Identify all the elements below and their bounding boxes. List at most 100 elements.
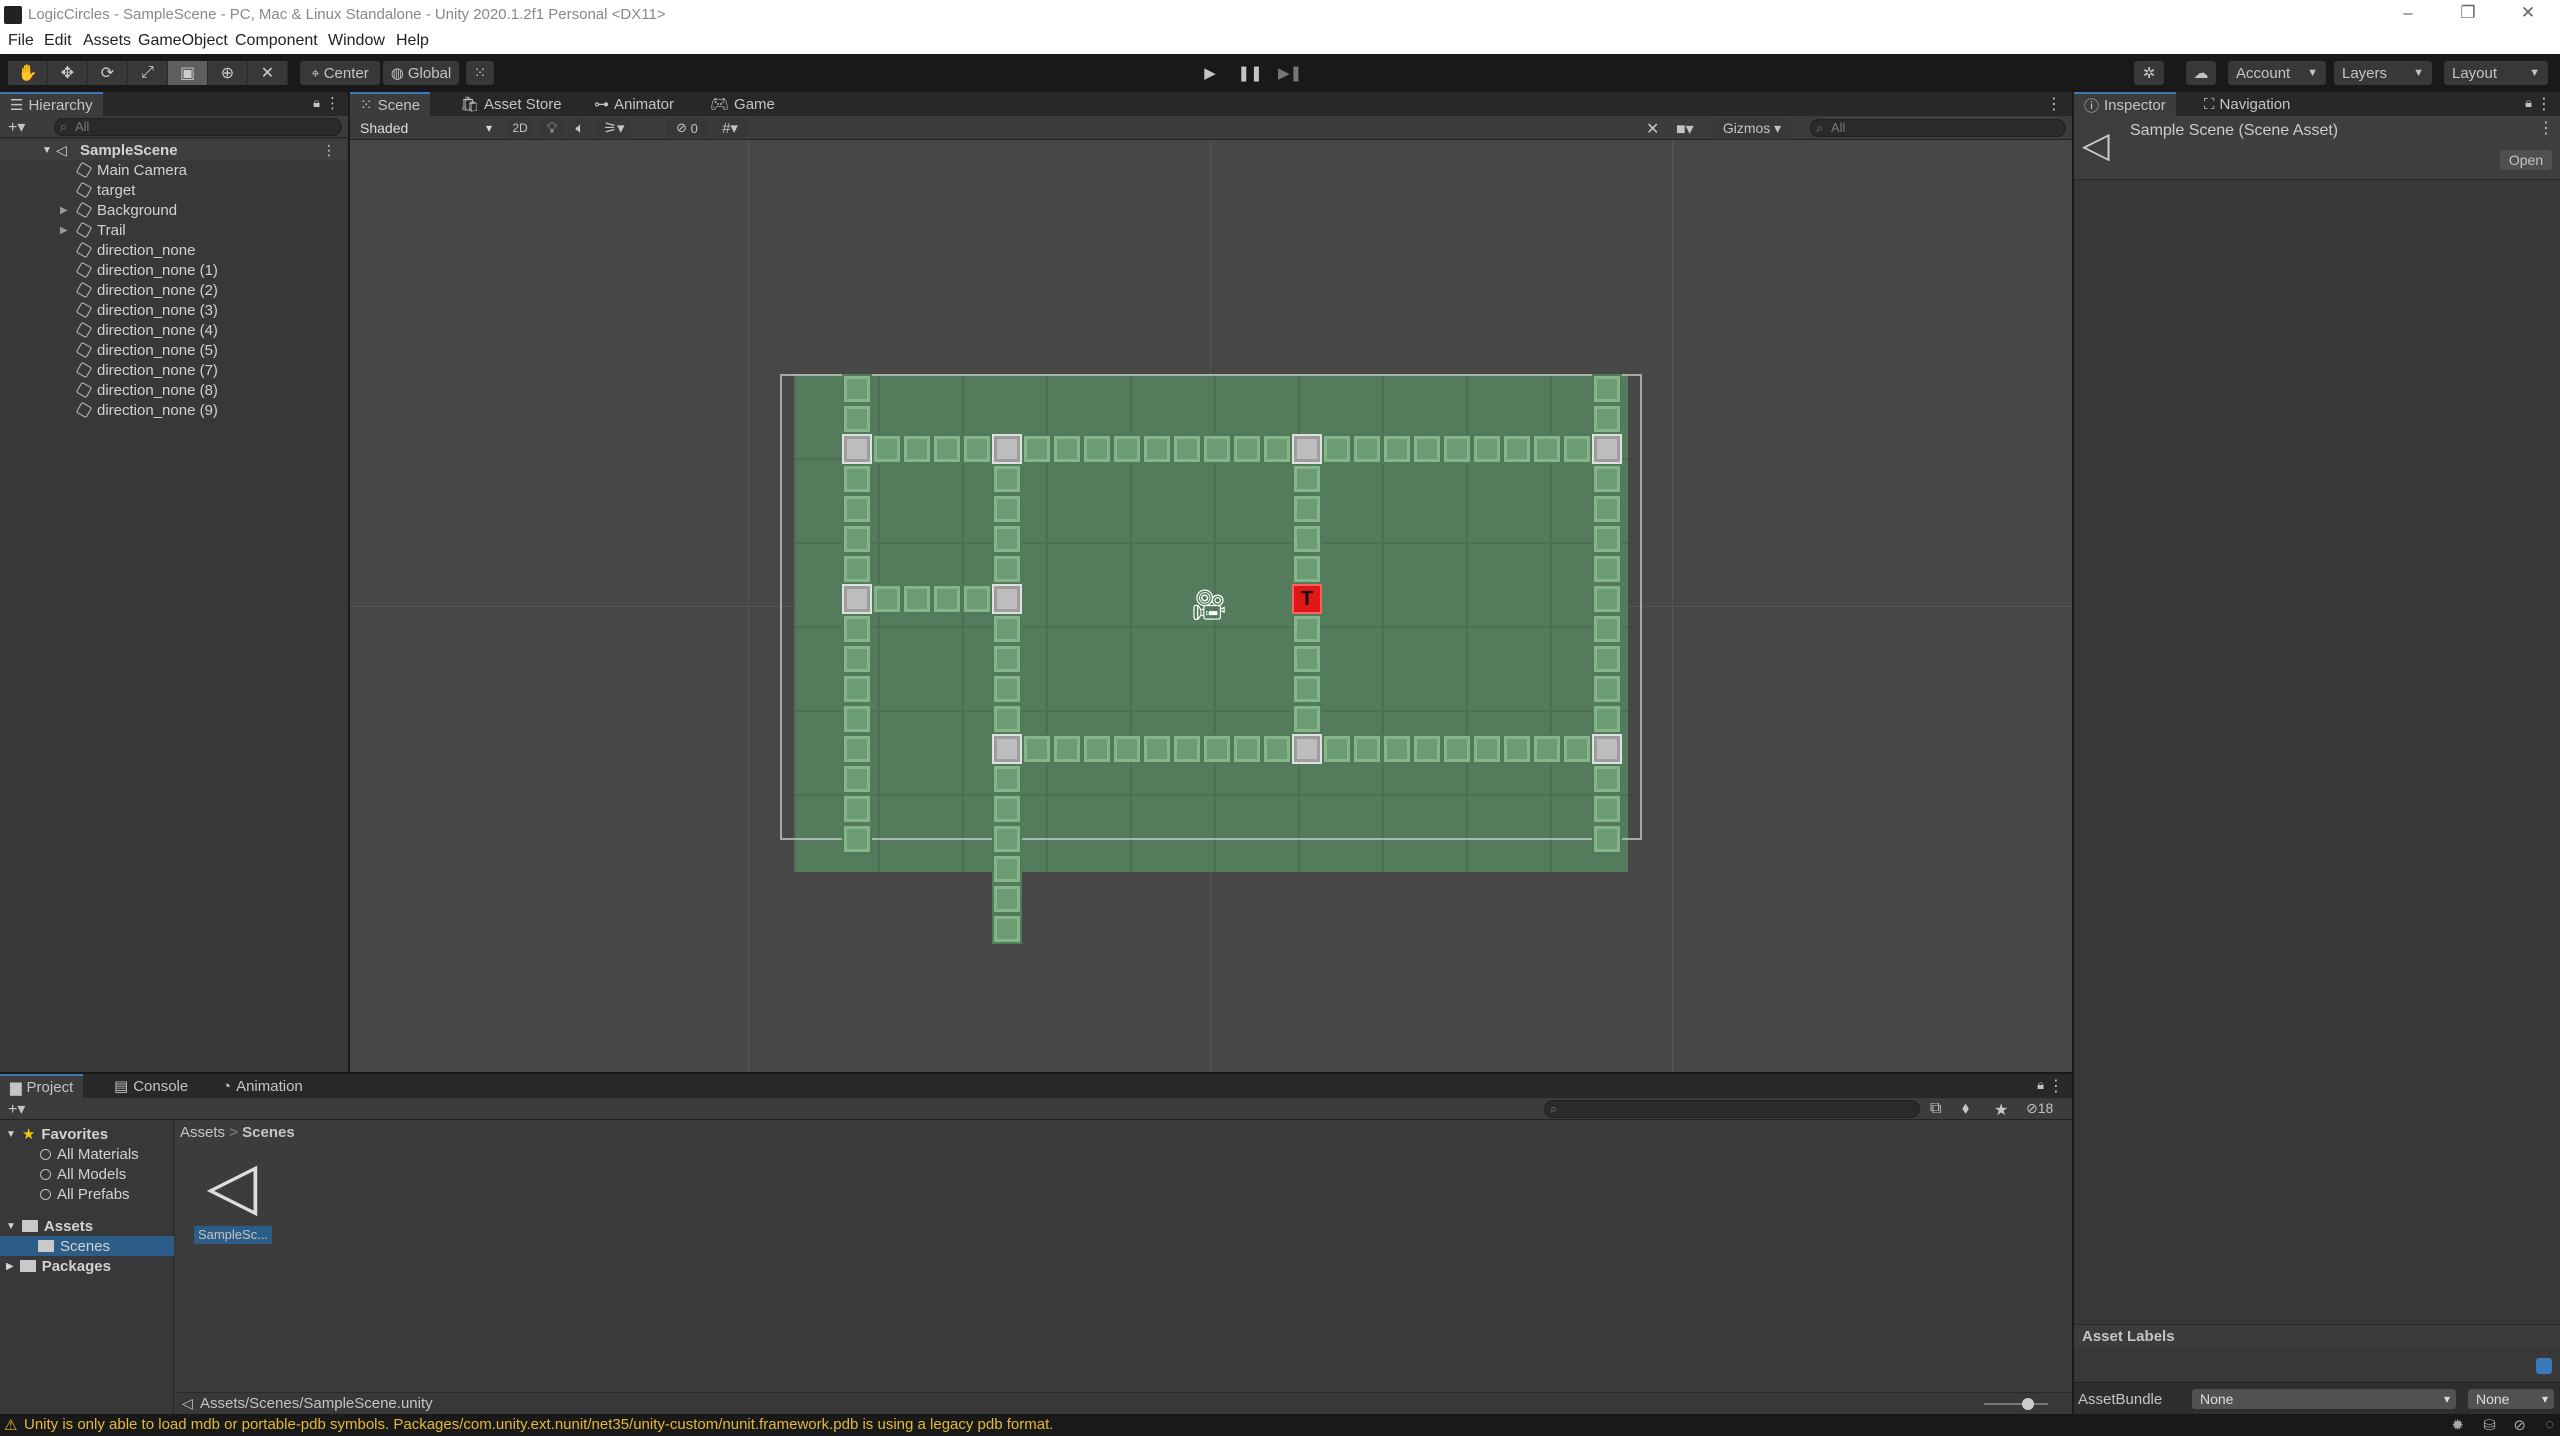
trail-tile[interactable] xyxy=(1592,614,1622,644)
trail-tile[interactable] xyxy=(842,494,872,524)
trail-tile[interactable] xyxy=(842,704,872,734)
close-button[interactable]: ✕ xyxy=(2508,3,2548,23)
trail-tile[interactable] xyxy=(1142,734,1172,764)
trail-tile[interactable] xyxy=(1142,434,1172,464)
trail-tile[interactable] xyxy=(1292,704,1322,734)
icon-size-slider[interactable] xyxy=(1984,1403,2048,1405)
breadcrumb-assets[interactable]: Assets xyxy=(180,1124,225,1141)
debug-icon[interactable]: ✹ xyxy=(2451,1416,2464,1434)
tab-inspector[interactable]: ⓘ Inspector xyxy=(2074,92,2176,116)
filter-type-icon[interactable]: ⧉ xyxy=(1930,1100,1941,1118)
trail-tile[interactable] xyxy=(1322,434,1352,464)
tab-console[interactable]: ▤ Console xyxy=(104,1074,198,1098)
hierarchy-item[interactable]: direction_none (2) xyxy=(0,280,346,300)
favorite-star-icon[interactable]: ★ xyxy=(1994,1100,2008,1120)
tab-scene[interactable]: ⁙ Scene xyxy=(350,92,431,116)
trail-tile[interactable] xyxy=(1292,464,1322,494)
auto-generate-lighting-icon[interactable]: ⊘ xyxy=(2513,1416,2526,1434)
rotate-tool-icon[interactable]: ⟳ xyxy=(88,61,128,85)
grid-dropdown[interactable]: #▾ xyxy=(712,118,748,138)
trail-tile[interactable] xyxy=(1292,614,1322,644)
tab-project[interactable]: ▆ Project xyxy=(0,1074,84,1098)
trail-tile[interactable] xyxy=(932,584,962,614)
scenes-folder-row[interactable]: Scenes xyxy=(0,1236,174,1256)
status-bar[interactable]: ⚠ Unity is only able to load mdb or port… xyxy=(0,1414,2560,1436)
favorite-all-models[interactable]: All Models xyxy=(40,1164,126,1184)
trail-tile[interactable] xyxy=(842,674,872,704)
menu-file[interactable]: File xyxy=(8,32,34,50)
camera-gizmo-icon[interactable]: 🎥︎ xyxy=(1190,588,1228,623)
menu-edit[interactable]: Edit xyxy=(44,32,72,50)
hand-tool-icon[interactable]: ✋ xyxy=(8,61,48,85)
lock-icon[interactable]: 🔒︎ xyxy=(2037,1077,2044,1093)
scene-menu-icon[interactable]: ⋮ xyxy=(322,142,336,159)
trail-tile[interactable] xyxy=(1472,734,1502,764)
kebab-menu-icon[interactable]: ⋮ xyxy=(2046,94,2062,114)
trail-tile[interactable] xyxy=(1052,434,1082,464)
direction-node[interactable] xyxy=(992,584,1022,614)
scale-tool-icon[interactable]: ⤢ xyxy=(128,61,168,85)
trail-tile[interactable] xyxy=(1532,434,1562,464)
trail-tile[interactable] xyxy=(1532,734,1562,764)
trail-tile[interactable] xyxy=(1592,824,1622,854)
trail-tile[interactable] xyxy=(992,524,1022,554)
assetbundle-variant-dropdown[interactable]: None xyxy=(2468,1389,2554,1409)
expand-arrow-icon[interactable]: ▶ xyxy=(60,205,68,216)
trail-tile[interactable] xyxy=(992,614,1022,644)
trail-tile[interactable] xyxy=(842,374,872,404)
trail-tile[interactable] xyxy=(1592,374,1622,404)
trail-tile[interactable] xyxy=(1562,434,1592,464)
direction-node[interactable] xyxy=(1592,434,1622,464)
direction-node[interactable] xyxy=(842,434,872,464)
trail-tile[interactable] xyxy=(1592,794,1622,824)
trail-tile[interactable] xyxy=(1352,734,1382,764)
trail-tile[interactable] xyxy=(992,824,1022,854)
tab-hierarchy[interactable]: ☰ Hierarchy xyxy=(0,92,103,116)
trail-tile[interactable] xyxy=(842,644,872,674)
trail-tile[interactable] xyxy=(1232,734,1262,764)
trail-tile[interactable] xyxy=(1592,584,1622,614)
gizmos-dropdown[interactable]: Gizmos ▾ xyxy=(1712,118,1792,138)
trail-tile[interactable] xyxy=(1592,764,1622,794)
breadcrumb-scenes[interactable]: Scenes xyxy=(242,1124,295,1141)
trail-tile[interactable] xyxy=(1292,674,1322,704)
trail-tile[interactable] xyxy=(992,854,1022,884)
trail-tile[interactable] xyxy=(902,434,932,464)
trail-tile[interactable] xyxy=(962,584,992,614)
hierarchy-item[interactable]: direction_none (3) xyxy=(0,300,346,320)
shading-mode-dropdown[interactable]: Shaded xyxy=(352,118,498,138)
trail-tile[interactable] xyxy=(842,734,872,764)
menu-help[interactable]: Help xyxy=(396,32,429,50)
grid-snap-button[interactable]: ⁙ xyxy=(466,61,494,85)
2d-toggle[interactable]: 2D xyxy=(508,118,532,138)
trail-tile[interactable] xyxy=(1592,404,1622,434)
collab-button[interactable]: ✲ xyxy=(2134,61,2164,85)
hierarchy-item[interactable]: direction_none (4) xyxy=(0,320,346,340)
assetbundle-dropdown[interactable]: None xyxy=(2192,1389,2456,1409)
kebab-menu-icon[interactable]: ⋮ xyxy=(2538,118,2554,138)
kebab-menu-icon[interactable]: ⋮ xyxy=(2048,1076,2064,1096)
hierarchy-item[interactable]: Main Camera xyxy=(0,160,346,180)
trail-tile[interactable] xyxy=(1412,434,1442,464)
direction-node[interactable] xyxy=(1592,734,1622,764)
trail-tile[interactable] xyxy=(842,524,872,554)
trail-tile[interactable] xyxy=(992,704,1022,734)
hidden-packages-toggle[interactable]: ⊘18 xyxy=(2026,1100,2053,1117)
direction-node[interactable] xyxy=(1292,734,1322,764)
trail-tile[interactable] xyxy=(1472,434,1502,464)
menu-window[interactable]: Window xyxy=(328,32,385,50)
move-tool-icon[interactable]: ✥ xyxy=(48,61,88,85)
trail-tile[interactable] xyxy=(842,824,872,854)
step-button[interactable]: ▶❚ xyxy=(1276,61,1304,85)
lighting-toggle[interactable]: 💡︎ xyxy=(540,118,564,138)
trail-tile[interactable] xyxy=(1082,734,1112,764)
lock-icon[interactable]: 🔒︎ xyxy=(2525,95,2532,111)
favorite-all-prefabs[interactable]: All Prefabs xyxy=(40,1184,130,1204)
trail-tile[interactable] xyxy=(1562,734,1592,764)
direction-node[interactable] xyxy=(1292,434,1322,464)
trail-tile[interactable] xyxy=(1442,434,1472,464)
layers-dropdown[interactable]: Layers ▼ xyxy=(2334,61,2432,85)
hierarchy-item[interactable]: direction_none (7) xyxy=(0,360,346,380)
trail-tile[interactable] xyxy=(1112,734,1142,764)
target-tile[interactable]: T xyxy=(1292,584,1322,614)
